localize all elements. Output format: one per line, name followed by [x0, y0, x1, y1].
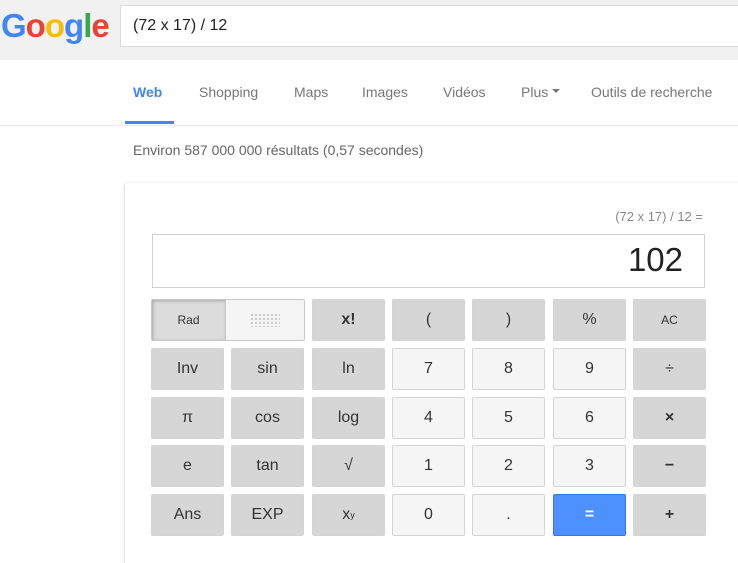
digit-7-button[interactable]: 7: [392, 348, 465, 390]
factorial-button[interactable]: x!: [312, 299, 385, 341]
open-paren-button[interactable]: (: [392, 299, 465, 341]
tab-search-tools[interactable]: Outils de recherche: [591, 84, 712, 100]
digit-1-button[interactable]: 1: [392, 445, 465, 487]
tab-images[interactable]: Images: [362, 84, 408, 100]
tab-maps[interactable]: Maps: [294, 84, 328, 100]
tab-plus[interactable]: Plus: [521, 84, 561, 100]
header-bar: Google: [0, 0, 738, 61]
percent-button[interactable]: %: [553, 299, 626, 341]
digit-0-button[interactable]: 0: [392, 494, 465, 536]
tab-videos[interactable]: Vidéos: [443, 84, 486, 100]
dotted-pattern-icon: [250, 313, 280, 327]
chevron-down-icon: [552, 89, 561, 94]
logo-letter: o: [44, 7, 65, 44]
digit-9-button[interactable]: 9: [553, 348, 626, 390]
digit-2-button[interactable]: 2: [472, 445, 545, 487]
minus-button[interactable]: −: [633, 445, 706, 487]
ln-button[interactable]: ln: [312, 348, 385, 390]
logo-letter: l: [83, 7, 92, 44]
google-logo[interactable]: Google: [1, 7, 110, 45]
rad-button[interactable]: Rad: [152, 300, 226, 340]
digit-6-button[interactable]: 6: [553, 397, 626, 439]
tab-shopping[interactable]: Shopping: [199, 84, 258, 100]
power-button[interactable]: xy: [312, 494, 385, 536]
search-box[interactable]: [120, 5, 738, 47]
close-paren-button[interactable]: ): [472, 299, 545, 341]
power-exp-label: y: [350, 510, 355, 520]
euler-button[interactable]: e: [151, 445, 224, 487]
search-input[interactable]: [133, 6, 733, 46]
deg-button[interactable]: [226, 300, 304, 340]
plus-button[interactable]: +: [633, 494, 706, 536]
all-clear-button[interactable]: AC: [633, 299, 706, 341]
logo-letter: e: [91, 7, 109, 44]
inverse-button[interactable]: Inv: [151, 348, 224, 390]
tan-button[interactable]: tan: [231, 445, 304, 487]
tab-web[interactable]: Web: [133, 84, 162, 100]
calculator-expression: (72 x 17) / 12 =: [615, 209, 703, 224]
logo-letter: o: [25, 7, 46, 44]
decimal-button[interactable]: .: [472, 494, 545, 536]
active-tab-indicator: [125, 121, 174, 124]
log-button[interactable]: log: [312, 397, 385, 439]
power-base-label: x: [342, 506, 351, 523]
digit-5-button[interactable]: 5: [472, 397, 545, 439]
search-tabs: Web Shopping Maps Images Vidéos Plus Out…: [0, 60, 738, 126]
digit-4-button[interactable]: 4: [392, 397, 465, 439]
pi-button[interactable]: π: [151, 397, 224, 439]
digit-8-button[interactable]: 8: [472, 348, 545, 390]
results-count: Environ 587 000 000 résultats (0,57 seco…: [133, 142, 424, 158]
multiply-button[interactable]: ×: [633, 397, 706, 439]
divide-button[interactable]: ÷: [633, 348, 706, 390]
ans-button[interactable]: Ans: [151, 494, 224, 536]
exp-button[interactable]: EXP: [231, 494, 304, 536]
sqrt-button[interactable]: √: [312, 445, 385, 487]
equals-button[interactable]: =: [553, 494, 626, 536]
calculator-card: (72 x 17) / 12 = 102 Rad x! ( ) % AC Inv…: [125, 183, 738, 563]
cos-button[interactable]: cos: [231, 397, 304, 439]
angle-mode-toggle: Rad: [151, 299, 305, 341]
logo-letter: G: [1, 7, 27, 44]
logo-letter: g: [64, 7, 84, 44]
calculator-display: 102: [152, 234, 705, 288]
calculator-result: 102: [627, 241, 683, 278]
sin-button[interactable]: sin: [231, 348, 304, 390]
tab-plus-label: Plus: [521, 84, 549, 100]
digit-3-button[interactable]: 3: [553, 445, 626, 487]
